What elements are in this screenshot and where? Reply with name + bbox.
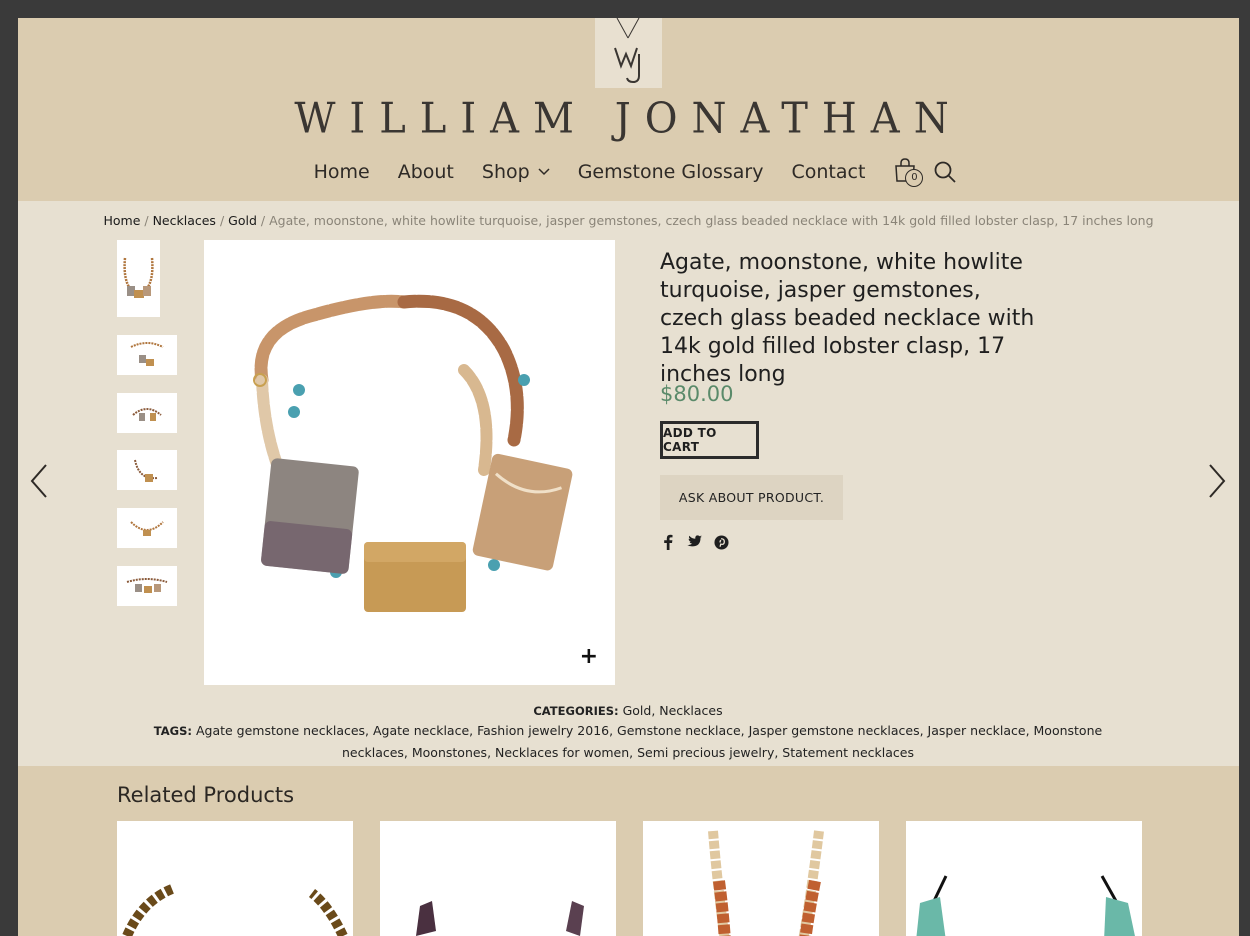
chevron-down-icon <box>538 168 550 176</box>
related-product-card[interactable] <box>117 821 353 936</box>
pinterest-icon[interactable] <box>714 534 729 550</box>
thumbnail-3[interactable] <box>117 393 177 433</box>
related-product-image <box>416 901 584 936</box>
product-price: $80.00 <box>660 382 734 406</box>
twitter-icon[interactable] <box>685 535 702 549</box>
breadcrumb-home[interactable]: Home <box>103 213 140 228</box>
categories-label: CATEGORIES: <box>533 704 619 718</box>
zoom-icon[interactable]: + <box>580 644 598 669</box>
necklace-image <box>253 294 573 612</box>
necklace-thumbnail-image <box>134 459 158 482</box>
related-product-image <box>708 830 824 936</box>
brand-name[interactable]: WILLIAM JONATHAN <box>18 95 1239 143</box>
add-to-cart-button[interactable]: ADD TO CART <box>660 421 759 459</box>
product-tags: TAGS: Agate gemstone necklaces, Agate ne… <box>128 720 1128 763</box>
breadcrumb-separator: / <box>144 213 149 228</box>
necklace-thumbnail-image <box>130 342 164 366</box>
facebook-icon[interactable] <box>663 534 673 550</box>
related-product-card[interactable] <box>643 821 879 936</box>
necklace-thumbnail-image <box>132 408 162 421</box>
nav-contact[interactable]: Contact <box>791 161 865 183</box>
logo[interactable] <box>595 18 662 88</box>
related-product-image <box>122 884 348 936</box>
necklace-thumbnail-image <box>123 257 154 298</box>
nav-home[interactable]: Home <box>314 161 370 183</box>
categories-links[interactable]: Gold, Necklaces <box>623 703 723 718</box>
ask-about-product-button[interactable]: ASK ABOUT PRODUCT. <box>660 475 843 520</box>
product-title: Agate, moonstone, white howlite turquois… <box>660 250 1035 387</box>
breadcrumb-current: Agate, moonstone, white howlite turquois… <box>269 213 1154 228</box>
breadcrumb-separator: / <box>219 213 225 228</box>
breadcrumb-separator: / <box>260 213 266 228</box>
main-product-image[interactable]: + <box>204 240 615 685</box>
thumbnail-6[interactable] <box>117 566 177 606</box>
nav-icons: 0 <box>893 157 957 187</box>
thumbnail-1[interactable] <box>117 240 160 317</box>
site-header: WILLIAM JONATHAN Home About Shop Gemston… <box>18 18 1239 201</box>
breadcrumb: Home / Necklaces / Gold / Agate, moonsto… <box>18 213 1239 228</box>
breadcrumb-gold[interactable]: Gold <box>228 213 257 228</box>
related-product-image <box>916 875 1135 936</box>
thumbnail-4[interactable] <box>117 450 177 490</box>
cart-button[interactable]: 0 <box>893 157 924 187</box>
product-categories: CATEGORIES: Gold, Necklaces <box>128 700 1128 722</box>
page-frame: WILLIAM JONATHAN Home About Shop Gemston… <box>18 18 1239 936</box>
cart-count-badge: 0 <box>905 169 924 187</box>
social-share <box>663 534 729 550</box>
related-product-card[interactable] <box>380 821 616 936</box>
logo-icon <box>614 18 640 84</box>
breadcrumb-necklaces[interactable]: Necklaces <box>153 213 216 228</box>
related-products-title: Related Products <box>117 783 295 807</box>
nav-shop[interactable]: Shop <box>482 161 550 183</box>
nav-about[interactable]: About <box>398 161 454 183</box>
nav-shop-label: Shop <box>481 161 530 183</box>
next-arrow-icon[interactable] <box>1206 463 1228 499</box>
main-nav: Home About Shop Gemstone Glossary Contac… <box>18 157 1239 187</box>
search-icon[interactable] <box>933 160 957 184</box>
previous-arrow-icon[interactable] <box>28 463 50 499</box>
necklace-thumbnail-image <box>130 521 164 536</box>
related-products-section: Related Products <box>18 766 1239 936</box>
thumbnail-5[interactable] <box>117 508 177 548</box>
nav-gemstone-glossary[interactable]: Gemstone Glossary <box>578 161 764 183</box>
necklace-thumbnail-image <box>126 578 168 593</box>
tags-links[interactable]: Agate gemstone necklaces, Agate necklace… <box>196 723 1102 760</box>
thumbnail-2[interactable] <box>117 335 177 375</box>
tags-label: TAGS: <box>153 724 192 738</box>
related-product-card[interactable] <box>906 821 1142 936</box>
